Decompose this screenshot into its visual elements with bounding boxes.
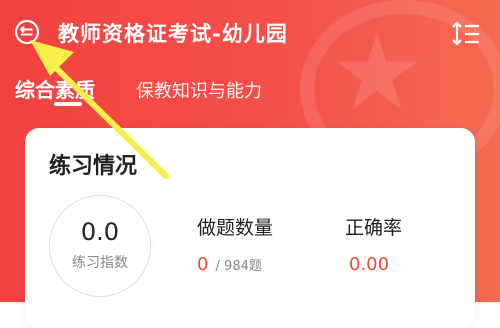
questions-done: 0 — [197, 254, 209, 275]
questions-count-label: 做题数量 — [197, 217, 274, 239]
questions-total: / 984题 — [215, 259, 262, 274]
practice-index-value: 0.0 — [80, 218, 120, 246]
page-title: 教师资格证考试-幼儿园 — [58, 22, 288, 46]
tab-comprehensive-quality[interactable]: 综合素质 — [15, 74, 95, 103]
back-button[interactable] — [13, 18, 41, 46]
tab-education-knowledge[interactable]: 保教知识与能力 — [136, 77, 262, 103]
questions-count: 0 / 984题 — [197, 254, 262, 275]
practice-index-label: 练习指数 — [72, 255, 128, 271]
sort-button[interactable] — [450, 18, 482, 50]
back-circle-icon — [14, 19, 40, 45]
accuracy-label: 正确率 — [345, 217, 403, 239]
card-title: 练习情况 — [49, 154, 138, 179]
tab-underline — [54, 102, 82, 106]
accuracy-value: 0.00 — [349, 254, 390, 275]
sort-icon — [452, 21, 479, 46]
practice-card: 练习情况 0.0 练习指数 做题数量 0 / 984题 正确率 0.00 — [25, 128, 475, 328]
practice-index-ring: 0.0 练习指数 — [49, 195, 151, 297]
subject-tabs: 综合素质 保教知识与能力 — [0, 70, 500, 110]
